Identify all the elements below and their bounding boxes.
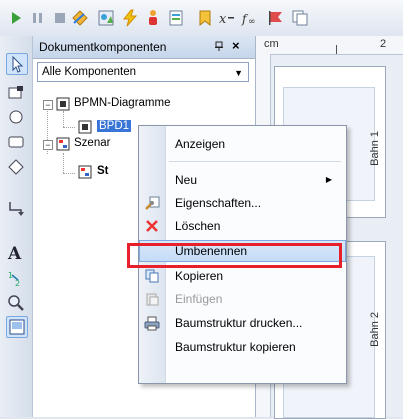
pin-icon[interactable] xyxy=(214,41,224,51)
tool-strip: A 12 xyxy=(0,36,33,417)
pointer-icon xyxy=(12,55,24,73)
print-icon xyxy=(144,316,160,331)
menu-item-label: Löschen xyxy=(175,219,221,233)
menu-item-show[interactable]: Anzeigen xyxy=(139,133,346,155)
tree-item-bpd1[interactable]: BPD1 xyxy=(97,120,132,132)
menu-item-label: Anzeigen xyxy=(175,137,226,151)
numbering-tool[interactable]: 12 xyxy=(6,269,26,289)
menu-item-label: Eigenschaften... xyxy=(175,196,262,210)
menu-item-delete[interactable]: Löschen xyxy=(139,215,346,237)
menu-item-properties[interactable]: Eigenschaften... xyxy=(139,192,346,214)
function-icon[interactable]: f ∞ xyxy=(241,8,261,28)
diamond-tool[interactable] xyxy=(6,157,26,177)
menu-item-copy[interactable]: Kopieren xyxy=(139,265,346,287)
highlight-annotation xyxy=(127,243,342,268)
paste-icon xyxy=(146,293,159,306)
copy-icon xyxy=(145,269,159,283)
delete-icon xyxy=(146,220,158,232)
text-tool[interactable]: A xyxy=(6,242,26,264)
formula-x-icon[interactable]: x xyxy=(217,8,237,28)
task-icon xyxy=(8,86,23,99)
pointer-tool[interactable] xyxy=(6,53,28,75)
zoom-tool[interactable] xyxy=(6,293,26,313)
tree-line xyxy=(63,173,75,174)
component-filter-value: Alle Komponenten xyxy=(42,66,136,78)
tree-expander[interactable]: − xyxy=(43,100,53,110)
properties-icon xyxy=(145,196,160,210)
tree-item-scenario-child[interactable]: St xyxy=(97,165,109,177)
numbering-icon: 12 xyxy=(8,271,20,288)
diagram-folder-icon xyxy=(56,97,70,111)
ruler-unit: cm xyxy=(264,38,279,50)
submenu-arrow-icon: ▶ xyxy=(325,175,332,184)
pane-title: Dokumentkomponenten xyxy=(39,40,167,54)
circle-tool[interactable] xyxy=(6,107,26,127)
page-tool[interactable] xyxy=(6,316,28,338)
menu-item-label: Neu xyxy=(175,173,198,187)
menu-item-label: Einfügen xyxy=(175,292,223,306)
lane-1-label: Bahn 1 xyxy=(369,131,381,166)
bookmark-icon[interactable] xyxy=(195,8,215,28)
pane-header: Dokumentkomponenten × xyxy=(33,36,255,59)
tree-line xyxy=(63,153,64,173)
ruler-tick xyxy=(336,45,337,54)
diamond-icon xyxy=(8,159,24,175)
copy-icon[interactable] xyxy=(290,8,310,28)
person-icon[interactable] xyxy=(143,8,163,28)
lane-2-label: Bahn 2 xyxy=(369,312,381,347)
tree-item-scenario[interactable]: Szenar xyxy=(74,137,110,149)
tree-line xyxy=(63,127,75,128)
page-icon xyxy=(9,319,25,335)
tree-line xyxy=(63,111,64,127)
stop-icon[interactable] xyxy=(50,8,70,28)
pause-icon[interactable] xyxy=(28,8,48,28)
diagram-icon xyxy=(78,120,92,134)
menu-item-paste: Einfügen xyxy=(139,288,346,310)
menu-item-print-tree[interactable]: Baumstruktur drucken... xyxy=(139,312,346,334)
scenario-icon xyxy=(56,137,70,151)
menu-item-label: Baumstruktur kopieren xyxy=(175,340,296,354)
main-toolbar: x f ∞ xyxy=(0,0,403,37)
diamond-arrow-icon[interactable] xyxy=(70,8,90,28)
text-icon: A xyxy=(7,244,22,264)
tree-item-bpmn-diagrams[interactable]: BPMN-Diagramme xyxy=(74,97,171,109)
svg-text:∞: ∞ xyxy=(248,17,256,27)
circle-icon xyxy=(9,110,23,124)
rectangle-tool[interactable] xyxy=(6,132,26,152)
play-icon[interactable] xyxy=(6,8,26,28)
menu-item-label: Baumstruktur drucken... xyxy=(175,316,303,330)
ruler-mark: 2 xyxy=(380,38,387,50)
scenario-item-icon xyxy=(78,165,92,179)
menu-item-copy-tree[interactable]: Baumstruktur kopieren xyxy=(139,336,346,358)
chevron-down-icon[interactable]: ▼ xyxy=(234,68,243,78)
document-icon[interactable] xyxy=(166,8,186,28)
menu-item-new[interactable]: Neu ▶ xyxy=(139,169,346,191)
rectangle-icon xyxy=(8,136,24,148)
close-icon[interactable]: × xyxy=(232,38,240,53)
component-filter-select[interactable]: Alle Komponenten ▼ xyxy=(37,62,249,82)
task-tool[interactable] xyxy=(6,83,26,103)
tree-expander[interactable]: − xyxy=(43,140,53,150)
ruler-top: cm 2 xyxy=(256,36,403,55)
connector-icon xyxy=(9,202,24,216)
flag-icon[interactable] xyxy=(266,8,286,28)
svg-text:x: x xyxy=(219,12,227,27)
lightning-icon[interactable] xyxy=(120,8,140,28)
shapes-icon[interactable] xyxy=(96,8,116,28)
menu-separator xyxy=(169,161,341,162)
svg-text:A: A xyxy=(7,244,22,262)
connector-tool[interactable] xyxy=(6,198,26,218)
menu-item-label: Kopieren xyxy=(175,269,224,283)
zoom-icon xyxy=(8,295,24,311)
